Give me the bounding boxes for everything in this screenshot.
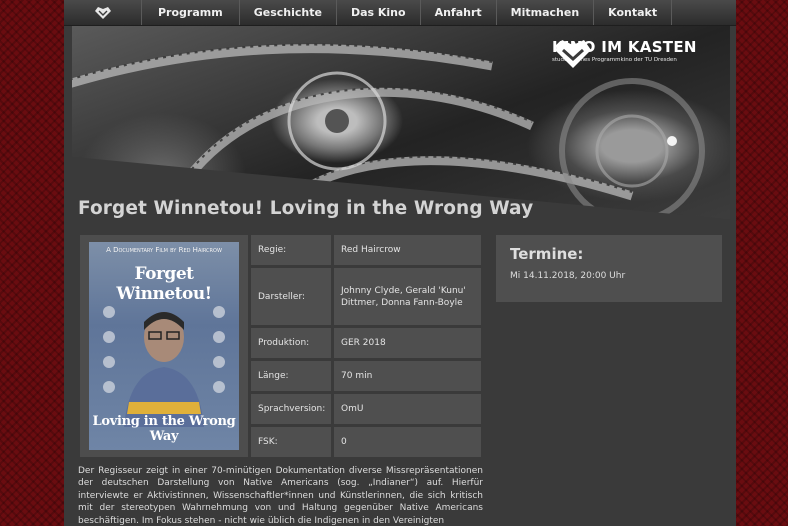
heart-shield-icon xyxy=(555,40,591,68)
detail-label: Produktion: xyxy=(251,328,331,358)
nav-item-programm[interactable]: Programm xyxy=(142,0,240,25)
termine-box: Termine: Mi 14.11.2018, 20:00 Uhr xyxy=(496,235,722,302)
detail-row-produktion: Produktion: GER 2018 xyxy=(251,328,481,358)
poster-subtitle: Loving in the Wrong Way xyxy=(92,414,236,444)
nav-label: Kontakt xyxy=(608,6,658,19)
nav-item-kontakt[interactable]: Kontakt xyxy=(594,0,673,25)
page-title: Forget Winnetou! Loving in the Wrong Way xyxy=(78,198,534,219)
main-navigation: Programm Geschichte Das Kino Anfahrt Mitmac… xyxy=(64,0,736,26)
nav-label: Das Kino xyxy=(350,6,406,19)
nav-item-geschichte[interactable]: Geschichte xyxy=(240,0,337,25)
detail-label: Regie: xyxy=(251,235,331,265)
detail-row-regie: Regie: Red Haircrow xyxy=(251,235,481,265)
detail-label: Sprachversion: xyxy=(251,394,331,424)
detail-value: 0 xyxy=(334,427,481,457)
detail-row-darsteller: Darsteller: Johnny Clyde, Gerald 'Kunu' … xyxy=(251,268,481,325)
nav-label: Mitmachen xyxy=(510,6,580,19)
detail-label: FSK: xyxy=(251,427,331,457)
termine-title: Termine: xyxy=(510,245,584,263)
detail-value: Red Haircrow xyxy=(334,235,481,265)
detail-value: GER 2018 xyxy=(334,328,481,358)
nav-item-das-kino[interactable]: Das Kino xyxy=(337,0,421,25)
film-poster[interactable]: A Documentary Film by Red Haircrow Forge… xyxy=(89,242,239,450)
detail-label: Länge: xyxy=(251,361,331,391)
detail-row-fsk: FSK: 0 xyxy=(251,427,481,457)
heart-shield-icon xyxy=(94,6,111,19)
detail-value: 70 min xyxy=(334,361,481,391)
nav-label: Geschichte xyxy=(253,6,322,19)
detail-label: Darsteller: xyxy=(251,268,331,325)
nav-item-anfahrt[interactable]: Anfahrt xyxy=(421,0,497,25)
termine-date[interactable]: Mi 14.11.2018, 20:00 Uhr xyxy=(510,271,708,281)
nav-item-mitmachen[interactable]: Mitmachen xyxy=(497,0,595,25)
film-description: Der Regisseur zeigt in einer 70-minütige… xyxy=(78,466,483,526)
site-logo[interactable]: KINO IM KASTEN studentisches Programmkin… xyxy=(552,38,697,68)
nav-label: Programm xyxy=(158,6,223,19)
film-details-table: Regie: Red Haircrow Darsteller: Johnny C… xyxy=(251,235,481,460)
detail-value: OmU xyxy=(334,394,481,424)
detail-row-sprachversion: Sprachversion: OmU xyxy=(251,394,481,424)
detail-value: Johnny Clyde, Gerald 'Kunu' Dittmer, Don… xyxy=(334,268,481,325)
nav-label: Anfahrt xyxy=(434,6,482,19)
poster-frame: A Documentary Film by Red Haircrow Forge… xyxy=(80,235,248,457)
detail-row-laenge: Länge: 70 min xyxy=(251,361,481,391)
nav-home-logo[interactable] xyxy=(64,0,142,25)
